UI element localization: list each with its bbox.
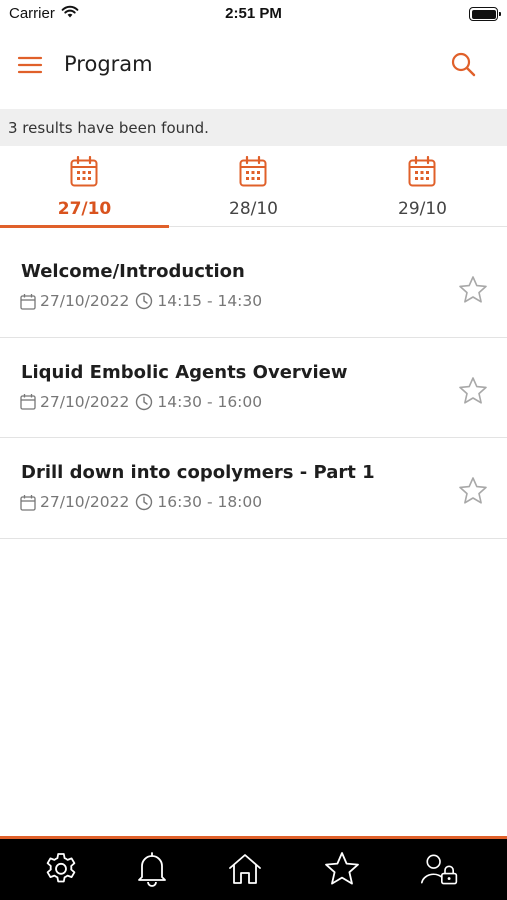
bottom-nav: [0, 836, 507, 900]
star-icon[interactable]: [322, 849, 362, 889]
favorite-star-icon[interactable]: [457, 274, 489, 306]
tab-day-27-10[interactable]: 27/10: [0, 146, 169, 228]
clock-icon: [135, 292, 153, 310]
status-bar: Carrier 2:51 PM: [0, 0, 507, 30]
session-date: 27/10/2022: [40, 493, 130, 511]
session-date: 27/10/2022: [40, 292, 130, 310]
home-icon[interactable]: [225, 849, 265, 889]
calendar-icon: [239, 156, 267, 187]
list-item[interactable]: Welcome/Introduction 27/10/2022 14:15 - …: [0, 237, 507, 338]
calendar-icon: [408, 156, 436, 187]
tab-day-label: 28/10: [229, 199, 278, 219]
favorite-star-icon[interactable]: [457, 475, 489, 507]
app-header: Program: [0, 30, 507, 108]
list-item[interactable]: Liquid Embolic Agents Overview 27/10/202…: [0, 338, 507, 438]
bell-icon[interactable]: [132, 849, 172, 889]
search-icon[interactable]: [449, 50, 479, 80]
active-tab-indicator: [0, 225, 169, 228]
session-title: Welcome/Introduction: [21, 261, 245, 282]
results-bar: 3 results have been found.: [0, 109, 507, 146]
tab-day-label: 27/10: [57, 199, 112, 219]
session-time: 14:30 - 16:00: [157, 392, 263, 411]
calendar-small-icon: [20, 293, 36, 310]
tab-day-28-10[interactable]: 28/10: [169, 146, 338, 227]
clock-icon: [135, 393, 153, 411]
day-tabs: 27/10 28/10 29/10: [0, 146, 507, 228]
calendar-icon: [70, 156, 98, 187]
session-title: Liquid Embolic Agents Overview: [21, 361, 348, 383]
battery-icon: [469, 7, 501, 21]
results-count-text: 3 results have been found.: [8, 119, 209, 137]
favorite-star-icon[interactable]: [457, 375, 489, 407]
list-item[interactable]: Drill down into copolymers - Part 1 27/1…: [0, 438, 507, 539]
gear-icon[interactable]: [41, 849, 81, 889]
calendar-small-icon: [20, 494, 36, 511]
session-time: 14:15 - 14:30: [157, 292, 263, 310]
clock-icon: [135, 493, 153, 511]
session-date: 27/10/2022: [40, 392, 130, 411]
calendar-small-icon: [20, 393, 36, 410]
session-meta: 27/10/2022 14:30 - 16:00: [20, 393, 262, 411]
hamburger-menu-icon[interactable]: [17, 54, 47, 80]
tab-day-label: 29/10: [398, 199, 447, 219]
session-meta: 27/10/2022 14:15 - 14:30: [20, 292, 262, 310]
session-title: Drill down into copolymers - Part 1: [21, 462, 375, 483]
tab-day-29-10[interactable]: 29/10: [338, 146, 507, 227]
session-time: 16:30 - 18:00: [157, 493, 263, 511]
page-title: Program: [64, 52, 153, 76]
user-lock-icon[interactable]: [420, 849, 460, 889]
session-list: Welcome/Introduction 27/10/2022 14:15 - …: [0, 237, 507, 539]
status-time: 2:51 PM: [225, 5, 282, 22]
session-meta: 27/10/2022 16:30 - 18:00: [20, 493, 262, 511]
